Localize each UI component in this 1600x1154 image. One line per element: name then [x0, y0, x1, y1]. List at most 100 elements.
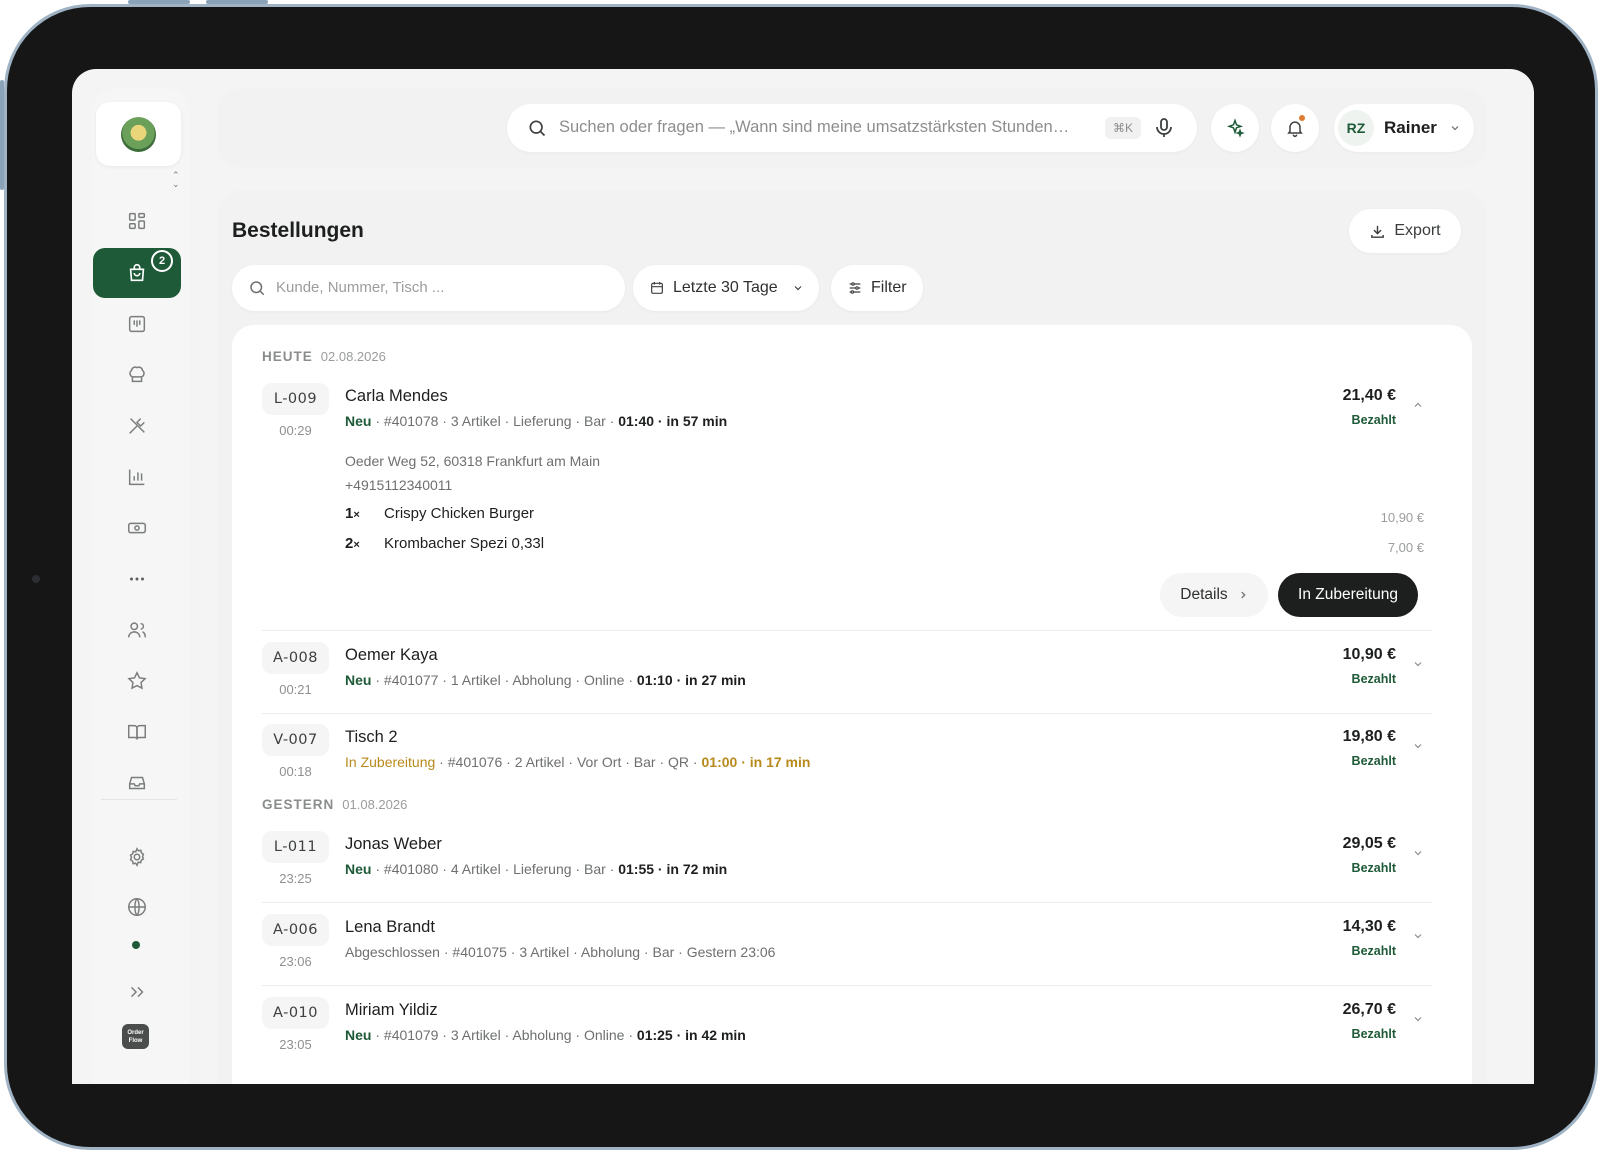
- details-button[interactable]: Details: [1160, 573, 1268, 617]
- nav-guide[interactable]: [93, 707, 181, 757]
- order-amount: 26,70 €: [1342, 1001, 1396, 1018]
- ai-assistant-button[interactable]: [1211, 104, 1259, 152]
- search-shortcut-hint: ⌘K: [1105, 117, 1141, 139]
- chevron-right-icon: [1240, 591, 1246, 599]
- nav-kitchen[interactable]: [93, 350, 181, 400]
- chevron-down-icon[interactable]: [1412, 658, 1424, 670]
- nav-utensils[interactable]: [93, 401, 181, 451]
- nav-payments[interactable]: [93, 503, 181, 553]
- order-code: A-008: [262, 642, 329, 674]
- filter-label: Filter: [871, 279, 907, 296]
- order-row[interactable]: L-009 00:29 Carla Mendes Neu · #401078 ·…: [262, 383, 1432, 631]
- star-icon: [127, 671, 147, 690]
- page-title: Bestellungen: [232, 219, 364, 242]
- payment-status: Bezahlt: [1351, 754, 1396, 768]
- bar-chart-icon: [128, 469, 145, 486]
- double-chevron-right-icon: [130, 986, 144, 998]
- customer-name: Oemer Kaya: [345, 646, 438, 664]
- inbox-tray-icon: [128, 776, 146, 790]
- brand-mark: Order Flow: [122, 1024, 149, 1049]
- date-range-dropdown[interactable]: Letzte 30 Tage: [633, 265, 819, 311]
- order-row[interactable]: A-006 23:06 Lena Brandt Abgeschlossen · …: [262, 914, 1432, 986]
- order-code: L-011: [262, 831, 329, 863]
- chevron-down-icon[interactable]: [1412, 740, 1424, 752]
- order-row[interactable]: A-008 00:21 Oemer Kaya Neu · #401077 · 1…: [262, 642, 1432, 714]
- order-code: A-010: [262, 997, 329, 1029]
- date-range-label: Letzte 30 Tage: [673, 279, 778, 296]
- payment-status: Bezahlt: [1351, 1027, 1396, 1041]
- start-preparation-button[interactable]: In Zubereitung: [1278, 573, 1418, 617]
- customer-phone: +4915112340011: [345, 477, 453, 493]
- order-row[interactable]: A-010 23:05 Miriam Yildiz Neu · #401079 …: [262, 997, 1432, 1069]
- global-search[interactable]: Suchen oder fragen — „Wann sind meine um…: [507, 104, 1197, 152]
- globe-icon: [128, 898, 146, 916]
- chevron-down-icon[interactable]: [1412, 930, 1424, 942]
- delivery-address: Oeder Weg 52, 60318 Frankfurt am Main: [345, 453, 600, 469]
- order-meta: Neu · #401078 · 3 Artikel · Lieferung · …: [345, 413, 728, 429]
- location-switcher[interactable]: [96, 102, 181, 166]
- global-search-input[interactable]: Suchen oder fragen — „Wann sind meine um…: [559, 118, 1099, 137]
- book-open-icon: [128, 724, 146, 740]
- calendar-icon: [651, 282, 663, 294]
- nav-website[interactable]: [93, 882, 181, 932]
- nav-more[interactable]: [93, 554, 181, 604]
- order-time: 00:18: [279, 764, 312, 779]
- chevron-down-icon[interactable]: [1412, 847, 1424, 859]
- order-row[interactable]: L-011 23:25 Jonas Weber Neu · #401080 · …: [262, 831, 1432, 903]
- user-menu[interactable]: RZ Rainer: [1334, 104, 1474, 152]
- order-amount: 14,30 €: [1342, 918, 1396, 935]
- nav-settings[interactable]: [93, 832, 181, 882]
- orders-count-badge: 2: [151, 250, 173, 272]
- nav-reviews[interactable]: [93, 656, 181, 706]
- search-icon: [529, 120, 546, 137]
- group-header-yesterday: GESTERN 01.08.2026: [262, 797, 408, 812]
- notification-indicator: [1299, 115, 1305, 121]
- users-icon: [128, 622, 146, 638]
- bell-icon: [1287, 121, 1303, 138]
- order-time: 23:06: [279, 954, 312, 969]
- order-time: 00:21: [279, 682, 312, 697]
- order-row[interactable]: V-007 00:18 Tisch 2 In Zubereitung · #40…: [262, 724, 1432, 786]
- gear-icon: [129, 847, 145, 867]
- sidebar-divider: [101, 799, 177, 800]
- nav-inbox[interactable]: [93, 758, 181, 808]
- chevron-up-icon[interactable]: [1412, 399, 1424, 411]
- customer-name: Tisch 2: [345, 728, 398, 746]
- more-dots-icon: [130, 577, 144, 581]
- location-switcher-chevron-icon: ⌃ ⌄: [172, 170, 180, 189]
- microphone-icon[interactable]: [1152, 116, 1176, 140]
- nav-menu-board[interactable]: [93, 299, 181, 349]
- user-name: Rainer: [1384, 118, 1437, 137]
- filter-button[interactable]: Filter: [831, 265, 923, 311]
- order-time: 23:25: [279, 871, 312, 886]
- search-icon: [250, 281, 265, 296]
- chevron-down-icon: [794, 286, 802, 291]
- tablet-camera: [32, 575, 40, 583]
- avatar: RZ: [1338, 110, 1374, 146]
- customer-name: Miriam Yildiz: [345, 1001, 438, 1019]
- orders-page: Bestellungen Export Kunde, Nummer, Tisch…: [217, 190, 1487, 1084]
- nav-orders[interactable]: 2: [93, 248, 181, 298]
- nav-customers[interactable]: [93, 605, 181, 655]
- order-meta: Neu · #401079 · 3 Artikel · Abholung · O…: [345, 1027, 746, 1043]
- nav-expand[interactable]: [93, 967, 181, 1017]
- online-status-dot: [132, 941, 140, 949]
- export-button[interactable]: Export: [1349, 209, 1461, 253]
- notifications-button[interactable]: [1271, 104, 1319, 152]
- sliders-icon: [849, 282, 861, 294]
- export-label: Export: [1394, 222, 1441, 239]
- customer-name: Lena Brandt: [345, 918, 435, 936]
- nav-analytics[interactable]: [93, 452, 181, 502]
- nav-dashboard[interactable]: [93, 196, 181, 246]
- order-amount: 21,40 €: [1342, 387, 1396, 404]
- item-quantity: 1×: [345, 505, 360, 522]
- download-icon: [1371, 225, 1385, 238]
- order-code: A-006: [262, 914, 329, 946]
- chef-hat-icon: [129, 366, 145, 383]
- chevron-down-icon[interactable]: [1412, 1013, 1424, 1025]
- utensils-crossed-icon: [129, 418, 145, 434]
- orders-search-input[interactable]: Kunde, Nummer, Tisch ...: [276, 279, 444, 296]
- orders-search[interactable]: Kunde, Nummer, Tisch ...: [232, 265, 625, 311]
- chevron-down-icon: [1451, 126, 1459, 131]
- item-name: Krombacher Spezi 0,33l: [384, 535, 545, 552]
